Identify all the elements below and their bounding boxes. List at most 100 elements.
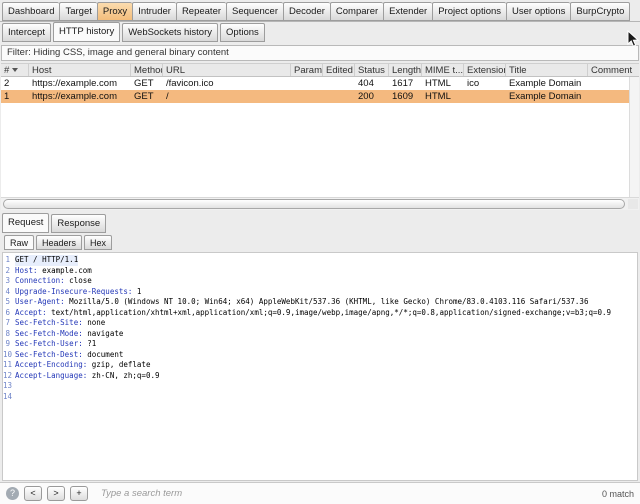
- request-line: 3Connection: close: [3, 276, 637, 287]
- tab-dashboard[interactable]: Dashboard: [2, 2, 59, 21]
- tab-target[interactable]: Target: [59, 2, 96, 21]
- main-tab-bar: Dashboard Target Proxy Intruder Repeater…: [0, 0, 640, 22]
- cell-host: https://example.com: [29, 77, 131, 90]
- http-history-table: # Host Method URL Params Edited Status L…: [1, 63, 639, 210]
- tab-comparer[interactable]: Comparer: [330, 2, 383, 21]
- request-editor-lines: 1GET / HTTP/1.12Host: example.com3Connec…: [3, 255, 637, 402]
- cell-url: /favicon.ico: [163, 77, 291, 90]
- tab-intruder[interactable]: Intruder: [132, 2, 176, 21]
- line-text: Host: example.com: [15, 266, 92, 277]
- search-add-button[interactable]: +: [70, 486, 88, 501]
- column-header-length[interactable]: Length: [389, 64, 422, 76]
- scrollbar-corner: [628, 199, 638, 209]
- cell-extension: [464, 90, 506, 103]
- help-icon[interactable]: ?: [6, 487, 19, 500]
- line-text: GET / HTTP/1.1: [15, 255, 78, 266]
- cell-params: [291, 77, 323, 90]
- tab-websockets-history[interactable]: WebSockets history: [122, 23, 218, 42]
- cell-length: 1609: [389, 90, 422, 103]
- tab-proxy[interactable]: Proxy: [97, 2, 132, 21]
- request-line: 1GET / HTTP/1.1: [3, 255, 637, 266]
- line-number: 11: [3, 360, 15, 371]
- request-line: 14: [3, 392, 637, 403]
- tab-raw[interactable]: Raw: [4, 235, 34, 250]
- tab-options[interactable]: Options: [220, 23, 265, 42]
- search-input[interactable]: [101, 488, 597, 499]
- cell-extension: ico: [464, 77, 506, 90]
- line-text: Sec-Fetch-Mode: navigate: [15, 329, 123, 340]
- request-line: 4Upgrade-Insecure-Requests: 1: [3, 287, 637, 298]
- column-header-extension[interactable]: Extension: [464, 64, 506, 76]
- line-text: Sec-Fetch-Dest: document: [15, 350, 123, 361]
- tab-project-options[interactable]: Project options: [432, 2, 506, 21]
- cell-edited: [323, 90, 355, 103]
- cell-number: 2: [1, 77, 29, 90]
- line-text: Sec-Fetch-User: ?1: [15, 339, 96, 350]
- cell-status: 200: [355, 90, 389, 103]
- tab-sequencer[interactable]: Sequencer: [226, 2, 283, 21]
- tab-http-history[interactable]: HTTP history: [53, 22, 120, 42]
- line-number: 3: [3, 276, 15, 287]
- tab-response[interactable]: Response: [51, 214, 106, 233]
- table-body: 2 https://example.com GET /favicon.ico 4…: [1, 77, 639, 197]
- line-text: Connection: close: [15, 276, 92, 287]
- line-text: Accept-Language: zh-CN, zh;q=0.9: [15, 371, 160, 382]
- tab-intercept[interactable]: Intercept: [2, 23, 51, 42]
- column-header-params[interactable]: Params: [291, 64, 323, 76]
- line-number: 13: [3, 381, 15, 392]
- cell-length: 1617: [389, 77, 422, 90]
- tab-decoder[interactable]: Decoder: [283, 2, 330, 21]
- column-header-comment[interactable]: Comment: [588, 64, 639, 76]
- column-header-method[interactable]: Method: [131, 64, 163, 76]
- cell-edited: [323, 77, 355, 90]
- tab-headers[interactable]: Headers: [36, 235, 82, 250]
- cell-host: https://example.com: [29, 90, 131, 103]
- vertical-scrollbar-track[interactable]: [629, 77, 639, 197]
- proxy-sub-tab-bar: Intercept HTTP history WebSockets histor…: [0, 22, 640, 42]
- cell-params: [291, 90, 323, 103]
- tab-hex[interactable]: Hex: [84, 235, 112, 250]
- column-header-status[interactable]: Status: [355, 64, 389, 76]
- tab-request[interactable]: Request: [2, 213, 49, 233]
- request-line: 12Accept-Language: zh-CN, zh;q=0.9: [3, 371, 637, 382]
- column-header-label: #: [4, 64, 9, 76]
- line-text: Sec-Fetch-Site: none: [15, 318, 105, 329]
- filter-bar[interactable]: Filter: Hiding CSS, image and general bi…: [1, 45, 639, 61]
- line-number: 14: [3, 392, 15, 403]
- column-header-title[interactable]: Title: [506, 64, 588, 76]
- line-number: 5: [3, 297, 15, 308]
- cell-mime-type: HTML: [422, 77, 464, 90]
- horizontal-scrollbar-track[interactable]: [1, 197, 639, 210]
- column-header-edited[interactable]: Edited: [323, 64, 355, 76]
- cell-title: Example Domain: [506, 77, 588, 90]
- line-number: 2: [3, 266, 15, 277]
- column-header-mime-type[interactable]: MIME t...: [422, 64, 464, 76]
- line-number: 8: [3, 329, 15, 340]
- message-tab-bar: Request Response: [0, 214, 640, 233]
- search-next-button[interactable]: >: [47, 486, 65, 501]
- history-row-selected[interactable]: 1 https://example.com GET / 200 1609 HTM…: [1, 90, 639, 103]
- column-header-url[interactable]: URL: [163, 64, 291, 76]
- column-header-number[interactable]: #: [1, 64, 29, 76]
- line-number: 9: [3, 339, 15, 350]
- line-number: 6: [3, 308, 15, 319]
- horizontal-scrollbar-thumb[interactable]: [3, 199, 625, 209]
- search-bar: ? < > + 0 matches: [0, 482, 640, 504]
- history-row[interactable]: 2 https://example.com GET /favicon.ico 4…: [1, 77, 639, 90]
- burp-suite-window: { "main_tabs": { "items": ["Dashboard","…: [0, 0, 640, 504]
- search-match-count: 0 matches: [602, 489, 634, 499]
- tab-burpcrypto[interactable]: BurpCrypto: [570, 2, 630, 21]
- request-line: 10Sec-Fetch-Dest: document: [3, 350, 637, 361]
- request-line: 6Accept: text/html,application/xhtml+xml…: [3, 308, 637, 319]
- tab-extender[interactable]: Extender: [383, 2, 432, 21]
- column-header-host[interactable]: Host: [29, 64, 131, 76]
- cell-url: /: [163, 90, 291, 103]
- line-number: 7: [3, 318, 15, 329]
- request-line: 2Host: example.com: [3, 266, 637, 277]
- tab-repeater[interactable]: Repeater: [176, 2, 226, 21]
- tab-user-options[interactable]: User options: [506, 2, 570, 21]
- request-editor[interactable]: 1GET / HTTP/1.12Host: example.com3Connec…: [2, 252, 638, 481]
- cell-mime-type: HTML: [422, 90, 464, 103]
- search-prev-button[interactable]: <: [24, 486, 42, 501]
- line-number: 10: [3, 350, 15, 361]
